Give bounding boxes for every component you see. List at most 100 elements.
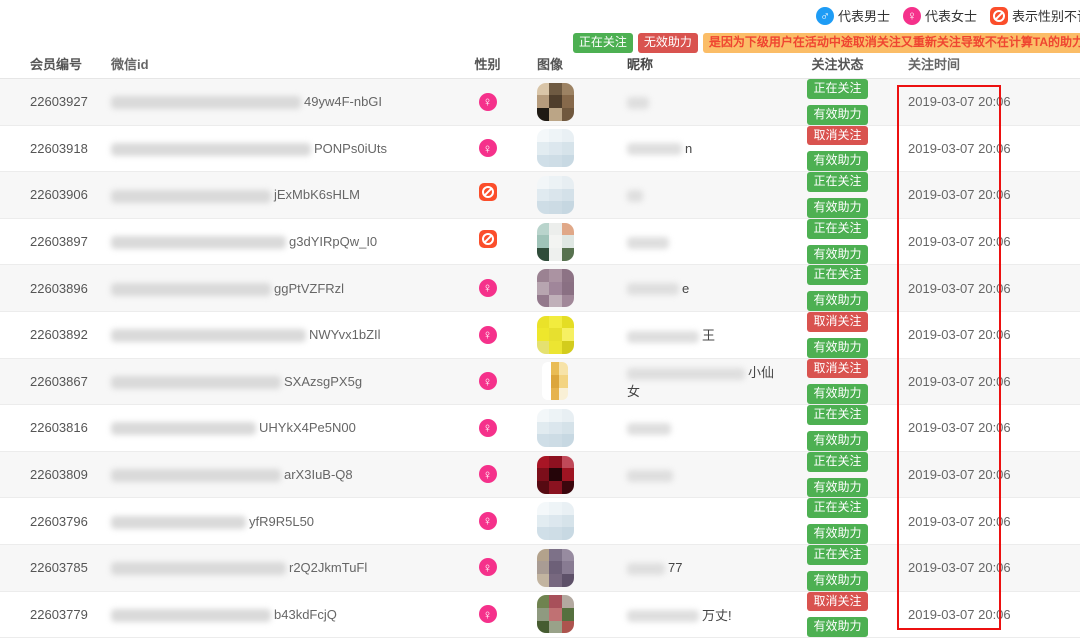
avatar-cell <box>510 125 600 172</box>
following-legend-badge: 正在关注 <box>573 33 633 53</box>
wechat-id-suffix: b43kdFcjQ <box>274 607 337 622</box>
status-stack: 取消关注 有效助力 <box>807 359 867 405</box>
follow-status-badge: 取消关注 <box>807 592 867 612</box>
nickname-cell: 小仙女 <box>600 358 780 405</box>
gender-cell: ♀ <box>465 544 510 591</box>
follow-time: 2019-03-07 20:06 <box>895 172 1080 219</box>
status-stack: 正在关注 有效助力 <box>807 405 867 451</box>
member-id: 22603816 <box>0 405 95 452</box>
status-stack: 正在关注 有效助力 <box>807 172 867 218</box>
wechat-id-cell: UHYkX4Pe5N00 <box>95 405 465 452</box>
status-cell: 正在关注 有效助力 <box>780 265 895 312</box>
member-table-body: 22603927 49yw4F-nbGI ♀ 正在关注 有效助力 2019-03… <box>0 79 1080 638</box>
table-row: 22603796 yfR9R5L50 ♀ 正在关注 有效助力 2019-03-0… <box>0 498 1080 545</box>
gender-icon: ♀ <box>479 372 497 390</box>
wechat-id-suffix: r2Q2JkmTuFl <box>289 560 367 575</box>
member-id: 22603896 <box>0 265 95 312</box>
avatar <box>537 223 574 261</box>
table-row: 22603867 SXAzsgPX5g ♀ 小仙女 取消关注 有效助力 2019… <box>0 358 1080 405</box>
nickname-cell <box>600 498 780 545</box>
redacted-wechat-id <box>111 329 306 342</box>
nickname-cell <box>600 405 780 452</box>
avatar <box>537 83 574 121</box>
redacted-wechat-id <box>111 562 286 575</box>
male-legend-item: ♂ 代表男士 <box>816 6 890 25</box>
follow-time: 2019-03-07 20:06 <box>895 405 1080 452</box>
follow-time: 2019-03-07 20:06 <box>895 311 1080 358</box>
table-row: 22603896 ggPtVZFRzl ♀ e 正在关注 有效助力 2019-0… <box>0 265 1080 312</box>
avatar <box>537 549 574 587</box>
table-row: 22603816 UHYkX4Pe5N00 ♀ 正在关注 有效助力 2019-0… <box>0 405 1080 452</box>
gender-cell: ♀ <box>465 451 510 498</box>
gender-icon: ♀ <box>479 326 497 344</box>
redacted-nickname <box>627 237 669 249</box>
gender-icon: ♀ <box>479 605 497 623</box>
header-gender: 性别 <box>465 48 510 79</box>
avatar <box>537 456 574 494</box>
status-cell: 正在关注 有效助力 <box>780 218 895 265</box>
avatar-cell <box>510 544 600 591</box>
boost-status-badge: 有效助力 <box>807 338 867 358</box>
nickname-suffix: 万丈! <box>702 608 732 623</box>
follow-time: 2019-03-07 20:06 <box>895 544 1080 591</box>
unknown-gender-legend-item: 表示性别不详 <box>990 6 1080 25</box>
male-legend-label: 代表男士 <box>838 6 890 25</box>
redacted-nickname <box>627 423 671 435</box>
gender-icon: ♀ <box>479 279 497 297</box>
boost-status-badge: 有效助力 <box>807 105 867 125</box>
follow-status-badge: 取消关注 <box>807 126 867 146</box>
follow-time: 2019-03-07 20:06 <box>895 125 1080 172</box>
redacted-nickname <box>627 97 649 109</box>
nickname-suffix: n <box>685 141 692 156</box>
nickname-cell: n <box>600 125 780 172</box>
nickname-cell <box>600 451 780 498</box>
boost-status-badge: 有效助力 <box>807 198 867 218</box>
member-id: 22603897 <box>0 218 95 265</box>
boost-status-badge: 有效助力 <box>807 524 867 544</box>
avatar-cell <box>510 591 600 638</box>
member-id: 22603906 <box>0 172 95 219</box>
gender-icon <box>479 230 497 248</box>
redacted-nickname <box>627 190 643 202</box>
avatar <box>537 176 574 214</box>
table-row: 22603927 49yw4F-nbGI ♀ 正在关注 有效助力 2019-03… <box>0 79 1080 126</box>
follow-status-badge: 正在关注 <box>807 405 867 425</box>
table-row: 22603892 NWYvx1bZIl ♀ 王 取消关注 有效助力 2019-0… <box>0 311 1080 358</box>
member-id: 22603809 <box>0 451 95 498</box>
gender-cell <box>465 218 510 265</box>
follow-status-badge: 取消关注 <box>807 359 867 379</box>
member-id: 22603918 <box>0 125 95 172</box>
avatar-cell <box>510 451 600 498</box>
nickname-cell <box>600 79 780 126</box>
gender-icon: ♀ <box>479 558 497 576</box>
wechat-id-suffix: UHYkX4Pe5N00 <box>259 420 356 435</box>
member-table: 会员编号 微信id 性别 图像 昵称 关注状态 关注时间 22603927 49… <box>0 48 1080 638</box>
redacted-nickname <box>627 368 745 380</box>
legend: ♂ 代表男士 ♀ 代表女士 表示性别不详 正在关注 无效助力 是因为下级用户在活… <box>573 6 1080 53</box>
status-stack: 取消关注 有效助力 <box>807 592 867 638</box>
boost-status-badge: 有效助力 <box>807 571 867 591</box>
table-row: 22603809 arX3IuB-Q8 ♀ 正在关注 有效助力 2019-03-… <box>0 451 1080 498</box>
wechat-id-suffix: g3dYIRpQw_I0 <box>289 234 377 249</box>
gender-cell: ♀ <box>465 79 510 126</box>
wechat-id-cell: SXAzsgPX5g <box>95 358 465 405</box>
member-id: 22603796 <box>0 498 95 545</box>
nickname-cell: e <box>600 265 780 312</box>
follow-time: 2019-03-07 20:06 <box>895 218 1080 265</box>
gender-cell: ♀ <box>465 405 510 452</box>
avatar <box>537 502 574 540</box>
gender-icon <box>479 183 497 201</box>
redacted-wechat-id <box>111 609 271 622</box>
status-cell: 正在关注 有效助力 <box>780 451 895 498</box>
wechat-id-cell: jExMbK6sHLM <box>95 172 465 219</box>
status-cell: 正在关注 有效助力 <box>780 498 895 545</box>
gender-cell <box>465 172 510 219</box>
status-cell: 取消关注 有效助力 <box>780 125 895 172</box>
status-stack: 正在关注 有效助力 <box>807 498 867 544</box>
follow-status-badge: 取消关注 <box>807 312 867 332</box>
boost-status-badge: 有效助力 <box>807 431 867 451</box>
follow-time: 2019-03-07 20:06 <box>895 79 1080 126</box>
member-id: 22603927 <box>0 79 95 126</box>
gender-icon: ♀ <box>479 419 497 437</box>
follow-status-badge: 正在关注 <box>807 545 867 565</box>
